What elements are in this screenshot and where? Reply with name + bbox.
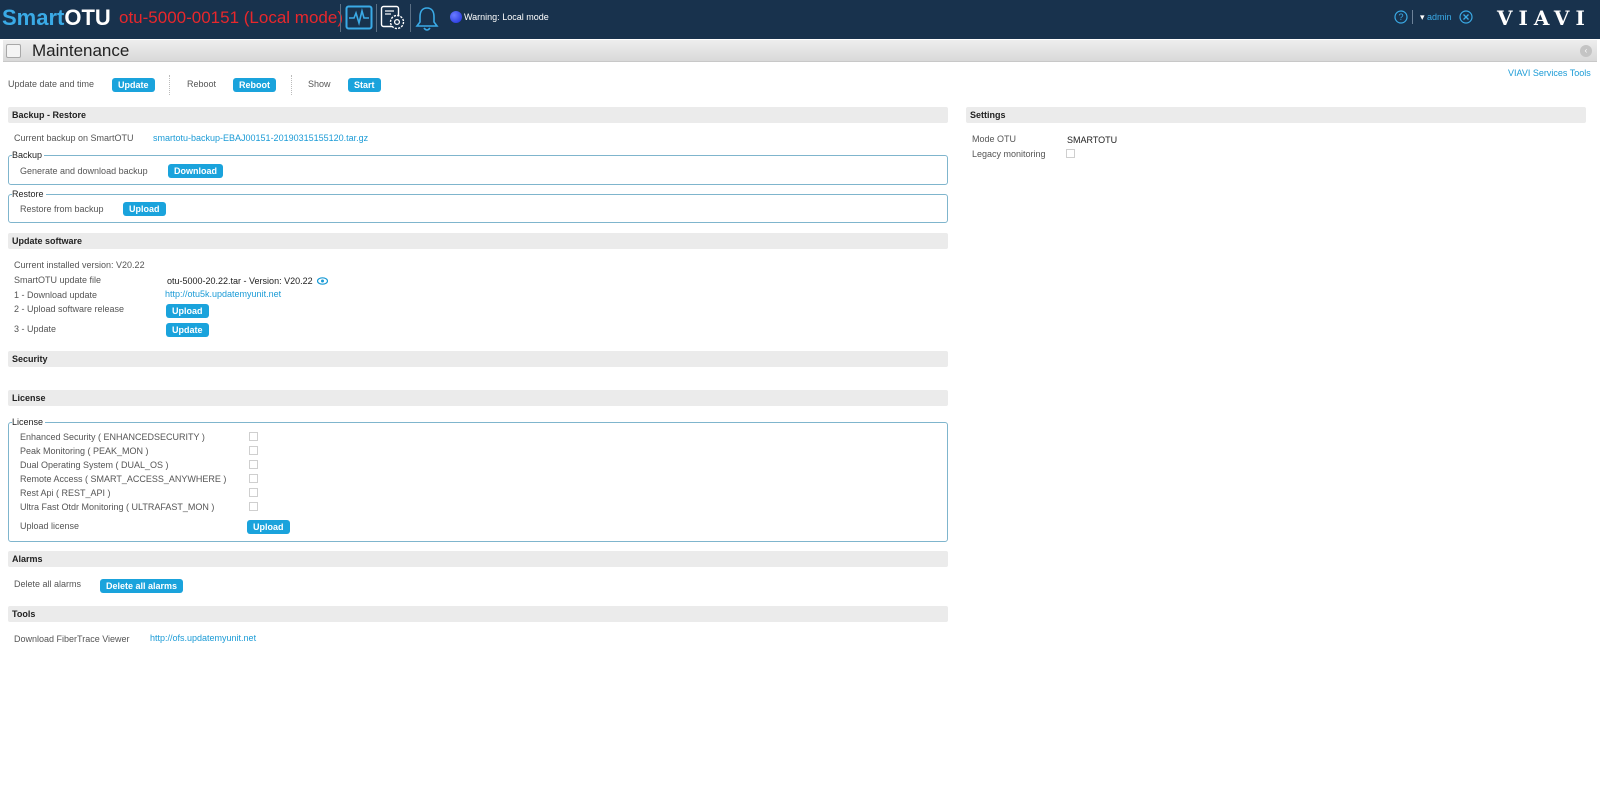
viavi-services-tools-link[interactable]: VIAVI Services Tools [1508,67,1591,79]
license-item-label: Peak Monitoring ( PEAK_MON ) [20,446,149,456]
restore-legend: Restore [12,189,46,199]
section-title: Settings [970,110,1006,120]
update-file-label: SmartOTU update file [14,275,102,285]
upload-license-button[interactable]: Upload [247,520,290,534]
section-header-security: Security [8,351,948,367]
license-fieldset: License Enhanced Security ( ENHANCEDSECU… [8,417,948,542]
toolbar-divider [376,4,377,32]
legacy-monitoring-checkbox[interactable] [1066,149,1075,158]
mode-otu-label: Mode OTU [972,134,1017,144]
toolbar-divider [340,4,341,32]
update-software-button[interactable]: Update [166,323,209,337]
license-item-checkbox[interactable] [249,488,258,497]
restore-from-backup-label: Restore from backup [20,204,104,214]
section-header-tools: Tools [8,606,948,622]
warning-label: Warning: [464,12,500,22]
viavi-logo: VIAVI [1497,6,1591,30]
toolbar-separator [291,75,292,95]
fibertrace-viewer-link[interactable]: http://ofs.updatemyunit.net [150,632,256,644]
generate-backup-label: Generate and download backup [20,166,148,176]
user-menu[interactable]: ▾ admin [1420,11,1452,23]
view-file-icon[interactable] [317,276,329,288]
download-update-link[interactable]: http://otu5k.updatemyunit.net [165,288,281,300]
update-file-value: otu-5000-20.22.tar - Version: V20.22 [167,275,329,288]
mode-otu-value: SMARTOTU [1067,135,1118,145]
license-item-checkbox[interactable] [249,502,258,511]
section-title: Update software [12,236,83,246]
license-item-checkbox[interactable] [249,474,258,483]
show-start-button[interactable]: Start [348,78,381,92]
section-title: License [12,393,46,403]
reboot-button[interactable]: Reboot [233,78,276,92]
upload-license-label: Upload license [20,521,80,531]
license-item-checkbox[interactable] [249,460,258,469]
upload-restore-button[interactable]: Upload [123,202,166,216]
fibertrace-viewer-label: Download FiberTrace Viewer [14,634,130,644]
section-header-settings: Settings [966,107,1586,123]
current-backup-file-link[interactable]: smartotu-backup-EBAJ00151-20190315155120… [153,132,368,144]
settings-gear-icon[interactable] [380,5,406,33]
section-title: Backup - Restore [12,110,87,120]
brand-primary: Smart [2,5,65,30]
help-icon[interactable]: ? [1394,10,1408,26]
section-title: Security [12,354,48,364]
update-file-name: otu-5000-20.22.tar - Version: V20.22 [167,276,313,286]
backup-fieldset: Backup Generate and download backup Down… [8,150,948,185]
page-title-bar: Maintenance ‹ [3,40,1597,62]
update-date-time-button[interactable]: Update [112,78,155,92]
device-title: otu-5000-00151 (Local mode) [119,8,343,27]
reboot-label: Reboot [187,79,217,89]
backup-legend: Backup [12,150,45,160]
license-item-label: Dual Operating System ( DUAL_OS ) [20,460,169,470]
monitoring-icon[interactable] [345,5,373,33]
installed-version-label: Current installed version: V20.22 [14,260,145,270]
license-item-checkbox[interactable] [249,446,258,455]
section-title: Alarms [12,554,43,564]
delete-all-alarms-button[interactable]: Delete all alarms [100,579,184,593]
license-legend: License [12,417,46,427]
license-item-label: Ultra Fast Otdr Monitoring ( ULTRAFAST_M… [20,502,215,512]
warning-text: Local mode [502,12,549,22]
current-backup-label: Current backup on SmartOTU [14,133,134,143]
upload-release-label: 2 - Upload software release [14,304,125,314]
license-item-checkbox[interactable] [249,432,258,441]
license-item-label: Enhanced Security ( ENHANCEDSECURITY ) [20,432,205,442]
collapse-icon[interactable]: ‹ [1580,45,1592,57]
chevron-down-icon: ▾ [1420,12,1425,22]
download-backup-button[interactable]: Download [168,164,223,178]
show-label: Show [308,79,331,89]
bell-icon[interactable] [414,5,440,35]
section-header-license: License [8,390,948,406]
logout-icon[interactable] [1459,10,1473,26]
toolbar-divider [410,4,411,32]
section-title: Tools [12,609,36,619]
section-header-alarms: Alarms [8,551,948,567]
user-name: admin [1427,12,1452,22]
brand-secondary: OTU [64,5,111,30]
license-item-label: Rest Api ( REST_API ) [20,488,111,498]
upload-release-button[interactable]: Upload [166,304,209,318]
update-step-label: 3 - Update [14,324,57,334]
restore-fieldset: Restore Restore from backup Upload [8,189,948,223]
license-item-label: Remote Access ( SMART_ACCESS_ANYWHERE ) [20,474,227,484]
toolbar-divider [1412,10,1413,24]
svg-text:?: ? [1398,12,1403,22]
brand-logo[interactable]: SmartOTU [2,4,111,32]
top-bar: SmartOTU otu-5000-00151 (Local mode) War… [0,0,1600,39]
page-icon [6,44,21,58]
warning-message: Warning: Local mode [464,11,549,23]
warning-status-icon [450,11,462,23]
delete-alarms-label: Delete all alarms [14,579,82,589]
download-update-label: 1 - Download update [14,290,98,300]
legacy-monitoring-label: Legacy monitoring [972,149,1046,159]
section-header-update-software: Update software [8,233,948,249]
update-date-time-label: Update date and time [8,79,95,89]
page-title: Maintenance [32,41,130,60]
section-header-backup-restore: Backup - Restore [8,107,948,123]
toolbar-separator [169,75,170,95]
